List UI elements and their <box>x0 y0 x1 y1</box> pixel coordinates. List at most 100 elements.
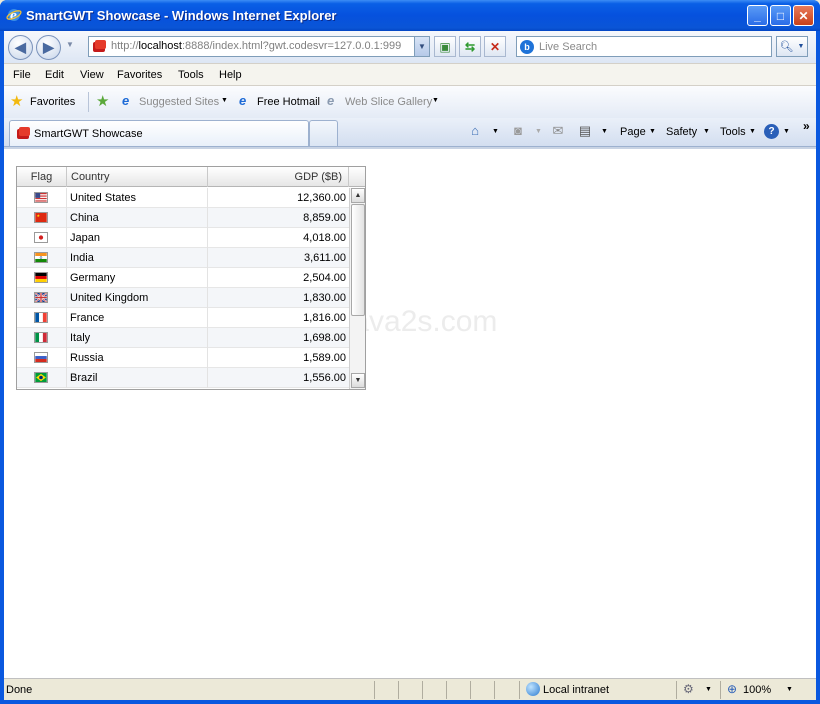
scroll-down-button[interactable]: ▼ <box>351 373 365 388</box>
country-cell: Germany <box>67 268 208 288</box>
country-cell: Japan <box>67 228 208 248</box>
status-divider <box>398 681 399 699</box>
title-bar[interactable]: e SmartGWT Showcase - Windows Internet E… <box>0 0 820 31</box>
country-cell: Brazil <box>67 368 208 388</box>
column-header-country[interactable]: Country <box>67 167 208 187</box>
table-row[interactable]: Italy 1,698.00 <box>17 328 349 348</box>
read-mail-icon[interactable]: ✉ <box>550 123 566 139</box>
scroll-up-button[interactable]: ▲ <box>351 188 365 203</box>
print-dropdown-icon[interactable]: ▼ <box>601 128 608 135</box>
menu-tools[interactable]: Tools <box>178 69 204 81</box>
feeds-icon[interactable]: ◙ <box>510 123 526 139</box>
favorites-bar: ★ Favorites ★ e Suggested Sites ▼ e Free… <box>4 86 816 118</box>
table-row[interactable]: India 3,611.00 <box>17 248 349 268</box>
web-slice-gallery-link[interactable]: Web Slice Gallery <box>345 96 432 108</box>
address-bar[interactable]: http://localhost:8888/index.html?gwt.cod… <box>88 36 430 57</box>
home-icon[interactable]: ⌂ <box>467 123 483 139</box>
search-input[interactable]: b Live Search <box>516 36 772 57</box>
status-divider <box>676 681 677 699</box>
protected-mode-dropdown-icon[interactable]: ▼ <box>705 686 712 693</box>
zoom-icon: ⊕ <box>727 682 738 696</box>
column-header-flag[interactable]: Flag <box>17 167 67 187</box>
zoom-level[interactable]: 100% <box>743 684 771 696</box>
toolbar-overflow-icon[interactable]: » <box>803 119 810 133</box>
site-favicon-icon <box>93 40 106 52</box>
menu-favorites[interactable]: Favorites <box>117 69 162 81</box>
table-row[interactable]: United Kingdom 1,830.00 <box>17 288 349 308</box>
italy-flag-icon <box>34 332 48 343</box>
menu-file[interactable]: File <box>13 69 31 81</box>
compatibility-view-button[interactable]: ▣ <box>434 36 456 57</box>
suggested-sites-icon: e <box>122 93 130 108</box>
menu-view[interactable]: View <box>80 69 104 81</box>
maximize-button[interactable]: □ <box>770 5 791 26</box>
protected-mode-icon[interactable]: ⚙ <box>683 682 694 696</box>
minimize-button[interactable]: _ <box>747 5 768 26</box>
magnifier-icon: 🔍︎ <box>779 41 794 53</box>
search-button[interactable]: 🔍︎ ▼ <box>776 36 808 57</box>
url-path: :8888/index.html?gwt.codesvr=127.0.0.1:9… <box>181 40 402 52</box>
web-slice-dropdown-icon[interactable]: ▼ <box>432 97 439 104</box>
suggested-sites-dropdown-icon[interactable]: ▼ <box>221 97 228 104</box>
favorites-divider <box>88 92 89 112</box>
scroll-thumb[interactable] <box>351 204 365 316</box>
table-row[interactable]: Brazil 1,556.00 <box>17 368 349 388</box>
safety-menu[interactable]: Safety <box>666 126 697 138</box>
column-header-gdp[interactable]: GDP ($B) <box>208 167 349 187</box>
germany-flag-icon <box>34 272 48 283</box>
close-button[interactable]: ✕ <box>793 5 814 26</box>
menu-bar: File Edit View Favorites Tools Help <box>4 63 816 86</box>
add-favorite-icon[interactable]: ★ <box>96 92 109 110</box>
favorites-star-icon: ★ <box>10 93 24 110</box>
navigation-bar: ◀ ▶ ▼ http://localhost:8888/index.html?g… <box>4 31 816 63</box>
gdp-cell: 1,698.00 <box>303 332 346 344</box>
search-engine-icon: b <box>520 40 534 54</box>
tab-label: SmartGWT Showcase <box>34 128 143 140</box>
feeds-dropdown-icon[interactable]: ▼ <box>535 128 542 135</box>
table-row[interactable]: United States 12,360.00 <box>17 188 349 208</box>
search-options-icon: ▼ <box>797 43 805 50</box>
suggested-sites-link[interactable]: Suggested Sites <box>139 96 219 108</box>
japan-flag-icon <box>34 232 48 243</box>
table-row[interactable]: ★ China 8,859.00 <box>17 208 349 228</box>
country-cell: China <box>67 208 208 228</box>
page-dropdown-icon: ▼ <box>649 128 656 135</box>
flag-cell <box>17 288 67 308</box>
security-zone[interactable]: Local intranet <box>543 684 609 696</box>
table-row[interactable]: Germany 2,504.00 <box>17 268 349 288</box>
stop-icon: ✕ <box>489 39 501 54</box>
table-row[interactable]: France 1,816.00 <box>17 308 349 328</box>
home-dropdown-icon[interactable]: ▼ <box>492 128 499 135</box>
free-hotmail-link[interactable]: Free Hotmail <box>257 96 320 108</box>
print-icon[interactable]: ▤ <box>577 123 593 139</box>
status-divider <box>446 681 447 699</box>
status-divider <box>374 681 375 699</box>
zoom-dropdown-icon[interactable]: ▼ <box>786 686 793 693</box>
menu-help[interactable]: Help <box>219 69 242 81</box>
refresh-button[interactable]: ⇆ <box>459 36 481 57</box>
stop-button[interactable]: ✕ <box>484 36 506 57</box>
hotmail-icon: e <box>239 93 247 108</box>
forward-button[interactable]: ▶ <box>36 35 61 60</box>
favorites-button[interactable]: Favorites <box>30 96 75 108</box>
gdp-cell: 1,816.00 <box>303 312 346 324</box>
help-dropdown-icon[interactable]: ▼ <box>783 128 790 135</box>
table-row[interactable]: Russia 1,589.00 <box>17 348 349 368</box>
flag-cell: ★ <box>17 208 67 228</box>
table-row[interactable]: Japan 4,018.00 <box>17 228 349 248</box>
address-dropdown-icon[interactable]: ▼ <box>414 37 429 56</box>
new-tab-button[interactable] <box>309 120 338 146</box>
gdp-cell: 1,830.00 <box>303 292 346 304</box>
history-dropdown-icon[interactable]: ▼ <box>66 40 74 49</box>
gdp-cell: 12,360.00 <box>297 192 346 204</box>
help-icon[interactable]: ? <box>764 124 779 139</box>
tools-menu[interactable]: Tools <box>720 126 746 138</box>
flag-cell <box>17 268 67 288</box>
back-button[interactable]: ◀ <box>8 35 33 60</box>
grid-vertical-scrollbar[interactable]: ▲ ▼ <box>349 188 365 389</box>
status-divider <box>422 681 423 699</box>
tab-smartgwt-showcase[interactable]: SmartGWT Showcase <box>9 120 309 146</box>
page-menu[interactable]: Page <box>620 126 646 138</box>
menu-edit[interactable]: Edit <box>45 69 64 81</box>
intranet-zone-icon <box>526 682 540 696</box>
